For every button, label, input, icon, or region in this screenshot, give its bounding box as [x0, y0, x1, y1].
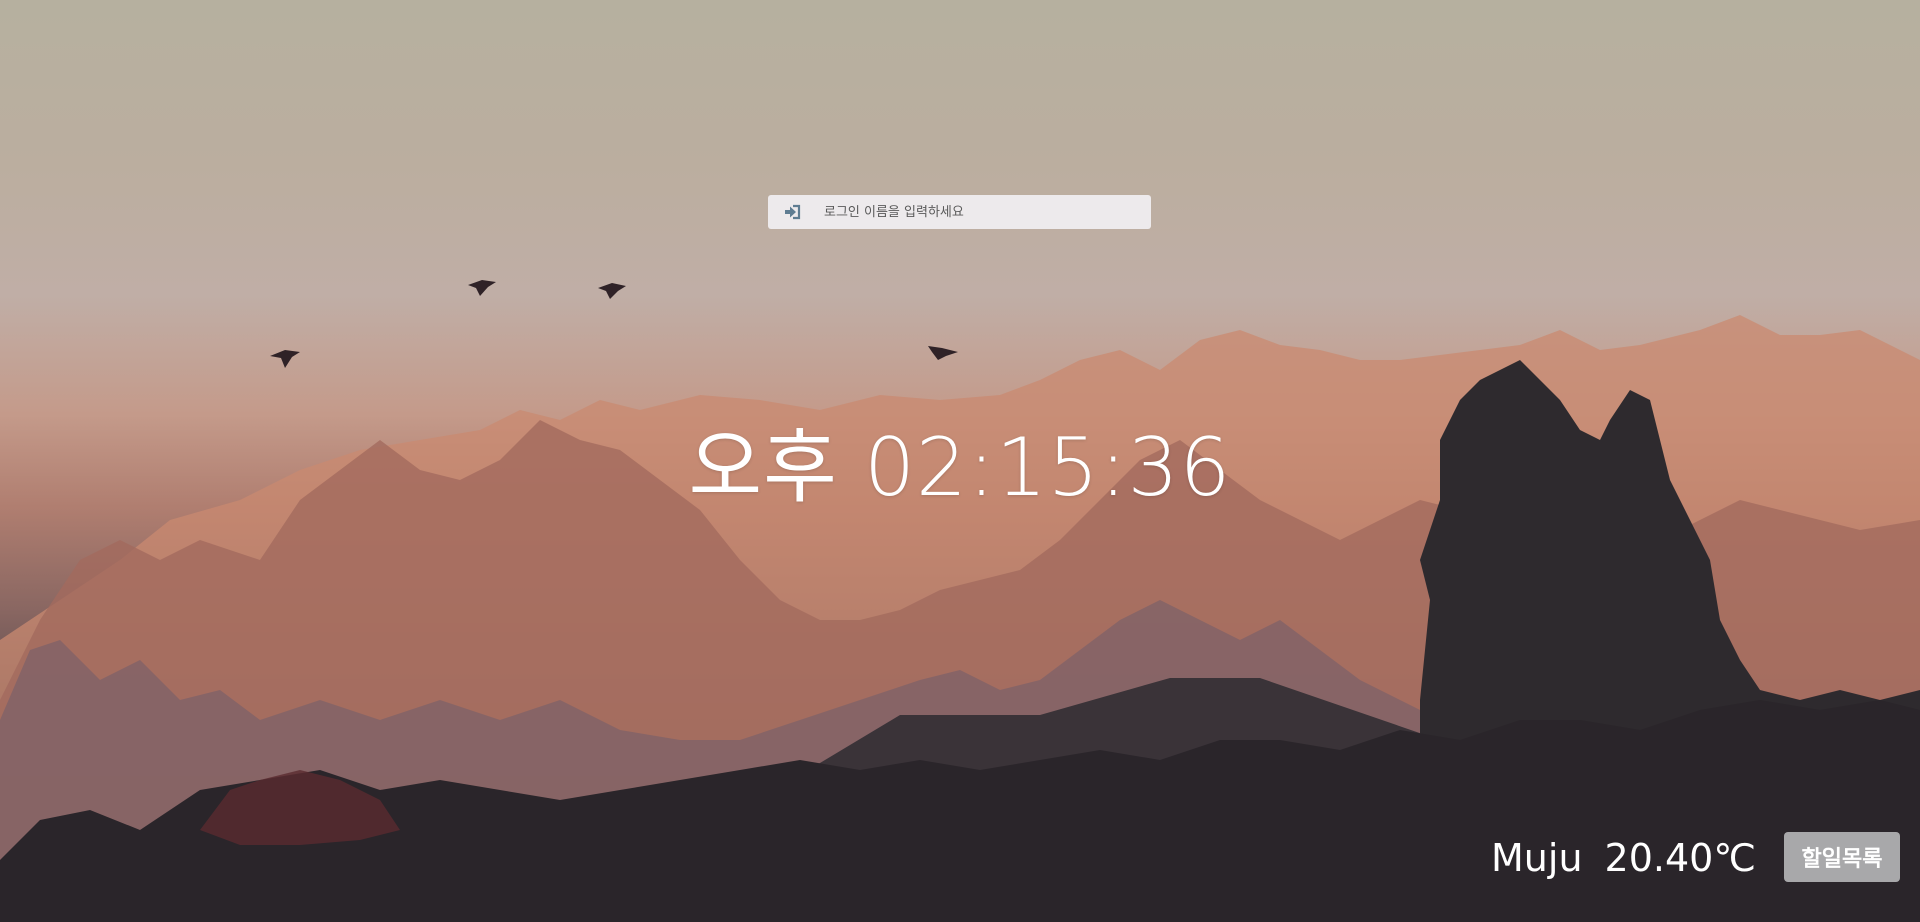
todo-list-button[interactable]: 할일목록	[1784, 832, 1900, 882]
weather-widget: Muju 20.40℃	[1491, 833, 1756, 883]
clock-display: 오후 02:15:36	[688, 421, 1232, 514]
weather-city: Muju	[1491, 836, 1583, 880]
login-bar	[768, 195, 1151, 229]
birds	[270, 280, 958, 368]
screen: 오후 02:15:36 Muju 20.40℃ 할일목록	[0, 0, 1920, 922]
sign-in-icon	[768, 195, 818, 229]
weather-temperature: 20.40℃	[1604, 836, 1756, 880]
login-name-input[interactable]	[818, 197, 1151, 227]
